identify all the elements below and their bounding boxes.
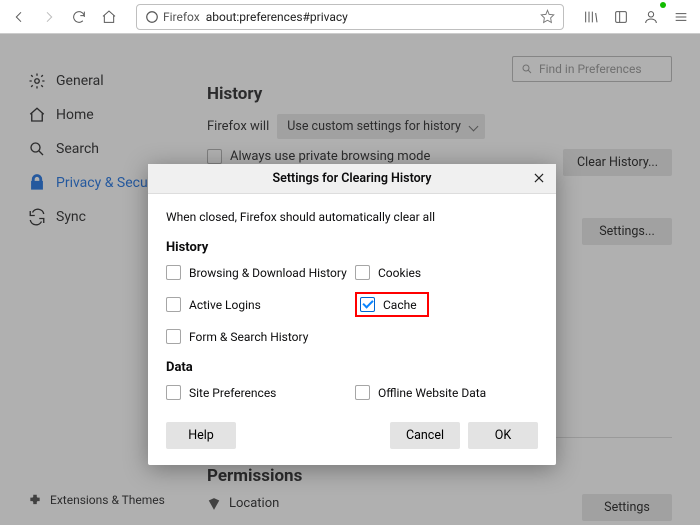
library-icon[interactable]	[578, 4, 604, 30]
clear-history-dialog: Settings for Clearing History When close…	[148, 164, 556, 465]
site-identity[interactable]: Firefox	[145, 10, 200, 24]
history-heading: History	[207, 84, 672, 104]
opt-cache[interactable]: Cache	[360, 297, 417, 312]
cache-highlight: Cache	[355, 292, 429, 317]
find-in-prefs[interactable]: Find in Preferences	[512, 56, 672, 82]
url-bar[interactable]: Firefox	[136, 4, 564, 30]
sidebar-item-label: Sync	[56, 209, 86, 225]
cancel-button[interactable]: Cancel	[390, 422, 460, 449]
sidebar-item-label: Search	[56, 141, 99, 157]
browser-toolbar: Firefox	[0, 0, 700, 34]
sidebar-toggle-icon[interactable]	[608, 4, 634, 30]
option-label: Offline Website Data	[378, 386, 486, 400]
opt-form-history[interactable]: Form & Search History	[166, 329, 349, 344]
help-button[interactable]: Help	[166, 422, 236, 449]
sidebar-item-general[interactable]: General	[28, 64, 185, 98]
dialog-title: Settings for Clearing History	[272, 171, 431, 186]
history-mode-row: Firefox will Use custom settings for his…	[207, 114, 672, 139]
will-label: Firefox will	[207, 119, 269, 134]
reload-button[interactable]	[66, 4, 92, 30]
option-label: Cache	[383, 298, 417, 312]
section-heading: History	[166, 240, 538, 255]
option-label: Form & Search History	[189, 330, 308, 344]
dialog-description: When closed, Firefox should automaticall…	[166, 210, 538, 224]
option-label: Active Logins	[189, 298, 261, 312]
sidebar-item-label: Extensions & Themes	[50, 493, 165, 507]
sidebar-item-label: Home	[56, 107, 94, 123]
sidebar-item-home[interactable]: Home	[28, 98, 185, 132]
settings-button-2[interactable]: Settings	[582, 494, 672, 521]
history-mode-select[interactable]: Use custom settings for history	[277, 114, 485, 139]
close-icon[interactable]	[532, 171, 548, 187]
home-button[interactable]	[96, 4, 122, 30]
bookmark-star-icon[interactable]	[540, 9, 555, 24]
opt-browsing-history[interactable]: Browsing & Download History	[166, 265, 349, 280]
account-icon[interactable]	[638, 4, 664, 30]
opt-offline-data[interactable]: Offline Website Data	[355, 385, 538, 400]
option-label: Always use private browsing mode	[230, 149, 430, 164]
option-label: Browsing & Download History	[189, 266, 347, 280]
opt-site-prefs[interactable]: Site Preferences	[166, 385, 349, 400]
always-private-row[interactable]: Always use private browsing mode	[207, 149, 563, 164]
section-heading: Data	[166, 360, 538, 375]
sidebar-item-label: General	[56, 73, 104, 89]
menu-icon[interactable]	[668, 4, 694, 30]
browser-name: Firefox	[163, 10, 200, 24]
search-placeholder: Find in Preferences	[539, 62, 642, 76]
option-label: Cookies	[378, 266, 421, 280]
location-row: Location	[207, 496, 582, 511]
forward-button[interactable]	[36, 4, 62, 30]
checkbox[interactable]	[207, 149, 222, 164]
opt-active-logins[interactable]: Active Logins	[166, 292, 349, 317]
sidebar-extensions[interactable]: Extensions & Themes	[28, 493, 165, 507]
settings-button[interactable]: Settings...	[582, 218, 672, 245]
permissions-heading: Permissions	[207, 466, 672, 486]
opt-cookies[interactable]: Cookies	[355, 265, 538, 280]
option-label: Location	[229, 496, 279, 511]
back-button[interactable]	[6, 4, 32, 30]
url-input[interactable]	[206, 10, 534, 24]
option-label: Site Preferences	[189, 386, 276, 400]
clear-history-button[interactable]: Clear History...	[563, 149, 672, 176]
dialog-title-bar: Settings for Clearing History	[148, 164, 556, 194]
ok-button[interactable]: OK	[468, 422, 538, 449]
sidebar-item-search[interactable]: Search	[28, 132, 185, 166]
